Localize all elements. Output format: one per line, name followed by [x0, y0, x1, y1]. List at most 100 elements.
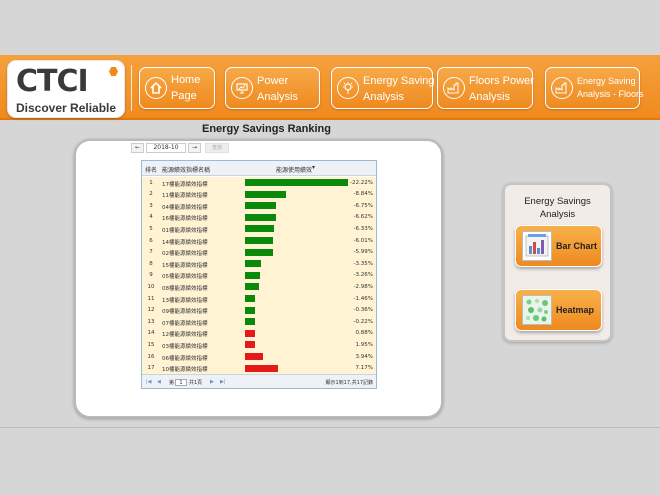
rank-cell: 12	[147, 307, 155, 314]
rank-cell: 15	[147, 341, 155, 348]
nav-label: Energy Saving Analysis - Floors	[577, 76, 644, 99]
side-panel-title: Energy Savings Analysis	[524, 196, 591, 220]
table-row[interactable]: 15 03樓能源績效指標 1.95%	[142, 339, 376, 351]
heatmap-button[interactable]: Heatmap	[515, 289, 602, 331]
prev-page-icon[interactable]: ◀	[157, 379, 161, 385]
performance-bar	[245, 318, 255, 326]
performance-value-cell: -0.36%	[353, 307, 373, 314]
table-row[interactable]: 5 01樓能源績效指標 -6.33%	[142, 223, 376, 235]
rank-cell: 13	[147, 318, 155, 325]
indicator-name-cell: 09樓能源績效指標	[162, 309, 208, 316]
prev-month-button[interactable]: ←	[131, 143, 144, 153]
nav-power-analysis[interactable]: Power Analysis	[225, 67, 320, 109]
table-row[interactable]: 9 05樓能源績效指標 -3.26%	[142, 269, 376, 282]
table-row[interactable]: 17 10樓能源績效指標 7.17%	[142, 362, 376, 375]
page-number-input[interactable]: 1	[175, 379, 187, 386]
rank-cell: 2	[149, 191, 153, 198]
table-row[interactable]: 12 09樓能源績效指標 -0.36%	[142, 304, 376, 317]
performance-bar	[245, 329, 255, 337]
table-pager: |◀ ◀ 第 1 共1頁 ▶ ▶| 顯示1到17,共17記錄	[142, 374, 376, 388]
performance-value-cell: -6.01%	[353, 237, 373, 244]
table-row[interactable]: 1 17樓能源績效指標 -22.22%	[142, 177, 376, 189]
indicator-name-cell: 10樓能源績效指標	[162, 367, 208, 374]
rank-cell: 6	[149, 237, 153, 244]
ranking-table: 排名 能源績效指標名稱 能源使用績效 ▾ 1 17樓能源績效指標 -22.22% 2 1…	[141, 160, 377, 389]
logo-tagline: Discover Reliable	[16, 101, 117, 115]
nav-label: Floors Power Analysis	[469, 75, 534, 103]
performance-value-cell: -6.62%	[353, 214, 373, 221]
first-page-icon[interactable]: |◀	[146, 379, 152, 385]
table-row[interactable]: 3 04樓能源績效指標 -6.75%	[142, 200, 376, 212]
performance-bar	[245, 179, 348, 186]
energy-savings-analysis-panel: Energy Savings Analysis Bar Chart Heatma…	[503, 183, 612, 342]
table-row[interactable]: 10 08樓能源績效指標 -2.98%	[142, 281, 376, 293]
indicator-name-cell: 08樓能源績效指標	[162, 285, 208, 292]
rank-cell: 8	[149, 260, 153, 267]
indicator-name-cell: 04樓能源績效指標	[162, 204, 208, 211]
table-row[interactable]: 4 16樓能源績效指標 -6.62%	[142, 211, 376, 224]
table-row[interactable]: 8 15樓能源績效指標 -3.35%	[142, 258, 376, 270]
column-header-rank[interactable]: 排名	[145, 165, 157, 174]
logo-wordmark: CTCI	[16, 64, 89, 99]
performance-bar	[245, 248, 273, 256]
performance-value-cell: -1.46%	[353, 295, 373, 302]
performance-value-cell: 3.94%	[355, 353, 373, 360]
table-row[interactable]: 16 06樓能源績效指標 3.94%	[142, 351, 376, 363]
performance-bar	[245, 190, 286, 198]
table-row[interactable]: 7 02樓能源績效指標 -5.99%	[142, 246, 376, 259]
table-row[interactable]: 6 14樓能源績效指標 -6.01%	[142, 235, 376, 247]
table-row[interactable]: 14 12樓能源績效指標 0.88%	[142, 327, 376, 340]
bar-chart-button[interactable]: Bar Chart	[515, 225, 602, 267]
next-page-icon[interactable]: ▶	[210, 379, 214, 385]
month-input[interactable]: 2018-10	[146, 143, 186, 153]
rank-cell: 1	[149, 179, 153, 186]
performance-bar	[245, 271, 261, 279]
nav-energy-saving-analysis[interactable]: Energy Saving Analysis	[331, 67, 435, 109]
indicator-name-cell: 05樓能源績效指標	[162, 274, 208, 281]
next-month-button[interactable]: →	[188, 143, 201, 153]
footer-divider	[0, 427, 660, 428]
bar-chart-label: Bar Chart	[556, 241, 598, 251]
column-header-value[interactable]: 能源使用績效	[276, 165, 312, 174]
lightbulb-icon	[337, 77, 359, 99]
performance-value-cell: -3.26%	[353, 272, 373, 279]
indicator-name-cell: 16樓能源績效指標	[162, 216, 208, 223]
indicator-name-cell: 02樓能源績效指標	[162, 251, 208, 258]
indicator-name-cell: 15樓能源績效指標	[162, 262, 208, 269]
home-icon	[145, 77, 167, 99]
rank-cell: 5	[149, 225, 153, 232]
nav-label: Power Analysis	[257, 75, 298, 103]
performance-value-cell: -3.35%	[353, 260, 373, 267]
indicator-name-cell: 01樓能源績效指標	[162, 227, 208, 234]
page-total: 共1頁	[189, 380, 203, 386]
performance-bar	[245, 213, 276, 221]
performance-bar	[245, 295, 255, 302]
performance-value-cell: 0.88%	[355, 330, 373, 337]
performance-value-cell: -2.98%	[353, 283, 373, 290]
table-row[interactable]: 2 11樓能源績效指標 -8.84%	[142, 188, 376, 201]
rank-cell: 3	[149, 202, 153, 209]
logo[interactable]: CTCI Discover Reliable	[7, 60, 125, 118]
sort-desc-icon[interactable]: ▾	[312, 164, 315, 171]
table-row[interactable]: 13 07樓能源績效指標 -0.22%	[142, 316, 376, 328]
performance-bar	[245, 364, 279, 372]
nav-floors-power-analysis[interactable]: Floors Power Analysis	[437, 67, 534, 109]
performance-bar	[245, 353, 264, 360]
table-row[interactable]: 11 13樓能源績效指標 -1.46%	[142, 293, 376, 305]
nav-label: Home Page	[171, 74, 201, 102]
heatmap-label: Heatmap	[556, 305, 595, 315]
last-page-icon[interactable]: ▶|	[220, 379, 226, 385]
column-header-name[interactable]: 能源績效指標名稱	[162, 165, 210, 174]
rank-cell: 11	[147, 295, 155, 302]
logo-hexagon-icon	[109, 67, 118, 76]
nav-energy-saving-analysis-floors[interactable]: Energy Saving Analysis - Floors	[545, 67, 644, 109]
performance-bar	[245, 237, 273, 244]
indicator-name-cell: 07樓能源績效指標	[162, 320, 208, 327]
query-button[interactable]: 查詢	[205, 143, 229, 153]
page-title: Energy Savings Ranking	[202, 123, 331, 135]
indicator-name-cell: 12樓能源績效指標	[162, 332, 208, 339]
performance-bar	[245, 341, 255, 349]
nav-home-page[interactable]: Home Page	[139, 67, 215, 109]
performance-value-cell: -0.22%	[353, 318, 373, 325]
rank-cell: 7	[149, 249, 153, 256]
